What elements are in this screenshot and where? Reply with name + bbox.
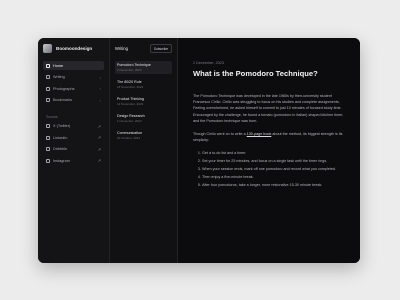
social-label: Dribbble xyxy=(53,147,68,151)
article-title: What is the Pomodoro Technique? xyxy=(193,69,318,78)
list-item: When your session ends, mark off one pom… xyxy=(202,166,346,172)
chevron-right-icon: › xyxy=(99,97,101,103)
subscribe-button[interactable]: Subscribe xyxy=(149,44,172,53)
dribbble-icon xyxy=(46,147,50,151)
social-label: X (Twitter) xyxy=(53,124,71,128)
list-item[interactable]: Pomodoro Technique 2 December, 2023 xyxy=(115,61,172,74)
article: 2 December, 2023 What is the Pomodoro Te… xyxy=(178,38,360,263)
paragraph-text: Though Cirillo went on to write a xyxy=(193,132,247,137)
camera-icon xyxy=(46,86,50,91)
external-link-icon: ↗ xyxy=(97,158,101,163)
article-paragraph: The Pomodoro Technique was developed in … xyxy=(193,94,344,123)
post-date: 20 October, 2023 xyxy=(117,136,141,140)
post-title: Design Research xyxy=(117,114,145,118)
steps-list: Get a to-do list and a timer. Set your t… xyxy=(193,150,346,187)
brand[interactable]: Boomoondesign xyxy=(43,44,104,53)
list-item: Set your timer for 25 minutes, and focus… xyxy=(202,158,346,164)
post-title: Product Thinking xyxy=(117,97,144,101)
list-item[interactable]: Product Thinking 12 November, 2023 xyxy=(115,95,172,108)
list-title: Writing xyxy=(115,46,128,51)
sidebar-item-photographs[interactable]: Photographs › xyxy=(43,84,104,93)
list-item[interactable]: The 80/20 Rule 18 November, 2023 xyxy=(115,78,172,91)
post-date: 2 December, 2023 xyxy=(117,68,142,72)
external-link-icon: ↗ xyxy=(97,123,101,129)
sidebar-item-bookmarks[interactable]: Bookmarks › xyxy=(43,96,104,105)
x-icon xyxy=(46,124,50,128)
list-item[interactable]: Design Research 1 November, 2023 xyxy=(115,112,172,125)
sidebar: Boomoondesign Home Writing › Photographs… xyxy=(38,38,110,263)
list-item: After four pomodoros, take a longer, mor… xyxy=(202,182,346,188)
sidebar-item-home[interactable]: Home xyxy=(43,61,104,70)
chevron-right-icon: › xyxy=(99,74,101,80)
social-link-x[interactable]: X (Twitter) ↗ xyxy=(43,122,104,131)
post-date: 12 November, 2023 xyxy=(117,102,144,106)
sidebar-item-label: Writing xyxy=(53,75,65,79)
article-date: 2 December, 2023 xyxy=(193,61,225,65)
external-link-icon: ↗ xyxy=(97,146,101,152)
post-title: Pomodoro Technique xyxy=(117,63,151,67)
home-icon xyxy=(46,63,50,68)
linkedin-icon xyxy=(46,135,50,140)
app-window: Boomoondesign Home Writing › Photographs… xyxy=(38,38,360,263)
socials-heading: Socials xyxy=(46,114,58,119)
avatar xyxy=(43,44,52,53)
sidebar-item-label: Bookmarks xyxy=(53,98,72,102)
sidebar-item-writing[interactable]: Writing › xyxy=(43,73,104,82)
social-label: LinkedIn xyxy=(53,135,68,140)
list-item: Get a to-do list and a timer. xyxy=(202,150,346,156)
book-link[interactable]: 130-page book xyxy=(247,132,272,136)
sidebar-item-label: Home xyxy=(53,63,64,68)
social-link-dribbble[interactable]: Dribbble ↗ xyxy=(43,145,104,154)
chevron-right-icon: › xyxy=(99,86,101,91)
list-item[interactable]: Communication 20 October, 2023 xyxy=(115,129,172,142)
social-link-instagram[interactable]: Instagram ↗ xyxy=(43,156,104,165)
social-label: Instagram xyxy=(53,158,70,163)
list-item: Then enjoy a five-minute break. xyxy=(202,174,346,180)
list-header: Writing Subscribe xyxy=(115,44,172,53)
external-link-icon: ↗ xyxy=(97,135,101,140)
post-date: 18 November, 2023 xyxy=(117,85,144,89)
bookmark-icon xyxy=(46,98,50,102)
brand-name: Boomoondesign xyxy=(56,46,93,51)
article-paragraph: Though Cirillo went on to write a 130-pa… xyxy=(193,131,346,143)
instagram-icon xyxy=(46,158,50,163)
writing-list: Writing Subscribe Pomodoro Technique 2 D… xyxy=(110,38,178,263)
social-link-linkedin[interactable]: LinkedIn ↗ xyxy=(43,133,104,142)
post-title: The 80/20 Rule xyxy=(117,80,142,84)
post-title: Communication xyxy=(117,131,142,135)
sidebar-item-label: Photographs xyxy=(53,86,75,91)
pen-icon xyxy=(46,75,50,79)
post-date: 1 November, 2023 xyxy=(117,119,142,123)
